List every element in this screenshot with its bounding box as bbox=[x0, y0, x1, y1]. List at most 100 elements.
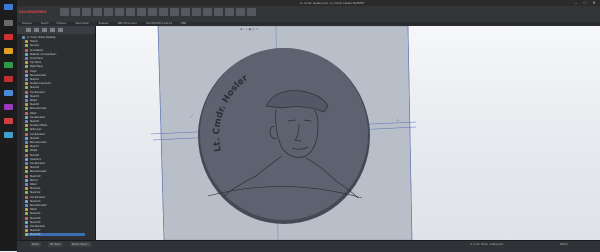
tree-item[interactable]: Sketch2 bbox=[25, 86, 85, 90]
feature-icon bbox=[25, 170, 28, 174]
graphics-area[interactable]: Lt. Cmdr. Hosler ⟋ ⊥ bbox=[96, 26, 600, 240]
feature-icon bbox=[25, 233, 28, 237]
feature-tree-tab-icon[interactable] bbox=[26, 28, 31, 32]
ribbon-tool-button[interactable] bbox=[170, 8, 179, 16]
ribbon-tool-button[interactable] bbox=[148, 8, 157, 16]
tree-item[interactable]: Cut-Extrude1 bbox=[25, 90, 85, 94]
tree-item-label: Boss-Extrude2 bbox=[30, 107, 47, 111]
tree-item[interactable]: Sketch6 bbox=[25, 136, 85, 140]
tree-item[interactable]: Boss-Extrude5 bbox=[25, 204, 85, 207]
tree-item[interactable]: Boss-Extrude3 bbox=[25, 141, 85, 144]
ribbon-tool-button[interactable] bbox=[104, 8, 113, 16]
feature-icon bbox=[25, 136, 28, 140]
tree-item[interactable]: Origin bbox=[25, 69, 85, 73]
3d-views-tab[interactable]: 3D Views bbox=[48, 242, 63, 247]
tree-item[interactable]: Sketch17 bbox=[25, 229, 85, 233]
tree-item[interactable]: Cut-Extrude6 bbox=[25, 225, 85, 228]
tree-item[interactable]: Material <not specified> bbox=[25, 52, 85, 56]
tree-item[interactable]: Cut-Extrude2 bbox=[25, 115, 85, 119]
ribbon-tool-button[interactable] bbox=[192, 8, 201, 16]
ribbon-tool-button[interactable] bbox=[236, 8, 245, 16]
tree-item[interactable]: Sketch16 bbox=[25, 220, 85, 224]
configuration-tab-icon[interactable] bbox=[42, 28, 47, 32]
ribbon-tool-button[interactable] bbox=[247, 8, 256, 16]
tree-item[interactable]: Boss-Extrude2 bbox=[25, 107, 85, 111]
app-icon[interactable] bbox=[4, 104, 13, 110]
feature-icon bbox=[25, 128, 28, 132]
tree-item[interactable]: Cut-Extrude3 bbox=[25, 132, 85, 136]
tree-item[interactable]: Wrap2 bbox=[25, 149, 85, 153]
tree-item[interactable]: Mirror1 bbox=[25, 178, 85, 182]
tree-item[interactable]: Sketch5 bbox=[25, 120, 85, 123]
ribbon-tool-button[interactable] bbox=[115, 8, 124, 16]
model-tab[interactable]: Model bbox=[30, 242, 41, 247]
feature-icon bbox=[22, 36, 25, 39]
tree-item[interactable]: Sketch18 bbox=[25, 233, 85, 237]
ribbon-tool-button[interactable] bbox=[181, 8, 190, 16]
tree-item[interactable]: Front Plane bbox=[25, 57, 85, 60]
property-manager-tab-icon[interactable] bbox=[34, 28, 39, 32]
tree-item[interactable]: Sketch10 bbox=[25, 174, 85, 178]
tree-item[interactable]: Top Plane bbox=[25, 61, 85, 65]
ribbon-tool-button[interactable] bbox=[203, 8, 212, 16]
ribbon-tool-button[interactable] bbox=[214, 8, 223, 16]
tree-item[interactable]: Cut-Extrude5 bbox=[25, 195, 85, 199]
tree-item[interactable]: Sketch8 bbox=[25, 153, 85, 157]
triad-marker: ⟋ bbox=[190, 114, 194, 120]
tree-item[interactable]: Wrap1 bbox=[25, 99, 85, 102]
app-icon[interactable] bbox=[4, 62, 13, 68]
tree-item[interactable]: Sketch11 bbox=[25, 187, 85, 191]
display-manager-tab-icon[interactable] bbox=[58, 28, 63, 32]
start-icon[interactable] bbox=[4, 4, 13, 10]
ribbon-tool-button[interactable] bbox=[126, 8, 135, 16]
solidworks-icon[interactable] bbox=[4, 34, 13, 40]
tree-item[interactable]: Surface-Offset1 bbox=[25, 124, 85, 128]
ribbon-tool-button[interactable] bbox=[60, 8, 69, 16]
feature-icon bbox=[25, 86, 28, 90]
tree-item[interactable]: Sketch14 bbox=[25, 212, 85, 216]
tree-item[interactable]: Sketch12 bbox=[25, 191, 85, 195]
ribbon-tool-button[interactable] bbox=[159, 8, 168, 16]
browser-icon[interactable] bbox=[4, 90, 13, 96]
tree-item[interactable]: Sketch13 bbox=[25, 199, 85, 203]
tree-item[interactable]: Right Plane bbox=[25, 65, 85, 69]
tree-item[interactable]: Sketch3 bbox=[25, 94, 85, 98]
tree-item[interactable]: Sketch15 bbox=[25, 216, 85, 220]
tree-item[interactable]: Fillet1 bbox=[25, 111, 85, 115]
ribbon-tool-button[interactable] bbox=[71, 8, 80, 16]
app-icon[interactable] bbox=[4, 118, 13, 124]
app-icon[interactable] bbox=[4, 132, 13, 138]
ribbon-tool-button[interactable] bbox=[137, 8, 146, 16]
folder-icon[interactable] bbox=[4, 48, 13, 54]
tree-item[interactable]: Surface-Imported1 bbox=[25, 82, 85, 86]
tree-item[interactable]: Boss-Extrude4 bbox=[25, 170, 85, 174]
tree-item[interactable]: Sketch9 bbox=[25, 166, 85, 170]
tree-item[interactable]: Boss-Extrude1 bbox=[25, 73, 85, 77]
heads-up-toolbar[interactable]: ⊕ ⌕ ◐ ▣ ◫ ✦ bbox=[240, 27, 258, 31]
tree-item[interactable]: Sensors bbox=[25, 44, 85, 48]
ribbon-tool-button[interactable] bbox=[93, 8, 102, 16]
tree-item[interactable]: Sketch4 bbox=[25, 103, 85, 107]
tree-item-label: Boss-Extrude3 bbox=[30, 141, 47, 144]
motion-study-tab[interactable]: Motion Study 1 bbox=[70, 242, 91, 247]
tree-item-label: Cut-Extrude4 bbox=[30, 162, 45, 165]
tree-item[interactable]: Sketch7 bbox=[25, 145, 85, 149]
search-icon[interactable] bbox=[4, 20, 13, 26]
ribbon-tool-button[interactable] bbox=[82, 8, 91, 16]
tree-item[interactable]: Cut-Extrude4 bbox=[25, 162, 85, 165]
coin-face bbox=[200, 48, 368, 220]
dimxpert-tab-icon[interactable] bbox=[50, 28, 55, 32]
tree-item[interactable]: Split Line1 bbox=[25, 128, 85, 132]
feature-icon bbox=[25, 78, 28, 81]
tree-item[interactable]: History bbox=[25, 40, 85, 44]
tree-item[interactable]: Sketch1 bbox=[25, 78, 85, 81]
tree-item[interactable]: Chamfer1 bbox=[25, 157, 85, 161]
ribbon-tool-button[interactable] bbox=[225, 8, 234, 16]
tree-item[interactable]: Fillet3 bbox=[25, 208, 85, 212]
tree-item[interactable]: Annotations bbox=[25, 48, 85, 52]
tree-item[interactable]: Fillet2 bbox=[25, 183, 85, 186]
app-icon[interactable] bbox=[4, 76, 13, 82]
units-selector[interactable]: MMGS bbox=[560, 243, 568, 246]
feature-icon bbox=[25, 69, 28, 73]
tree-item[interactable]: Lt. Cmdr. Hosler (Default) bbox=[22, 36, 82, 39]
